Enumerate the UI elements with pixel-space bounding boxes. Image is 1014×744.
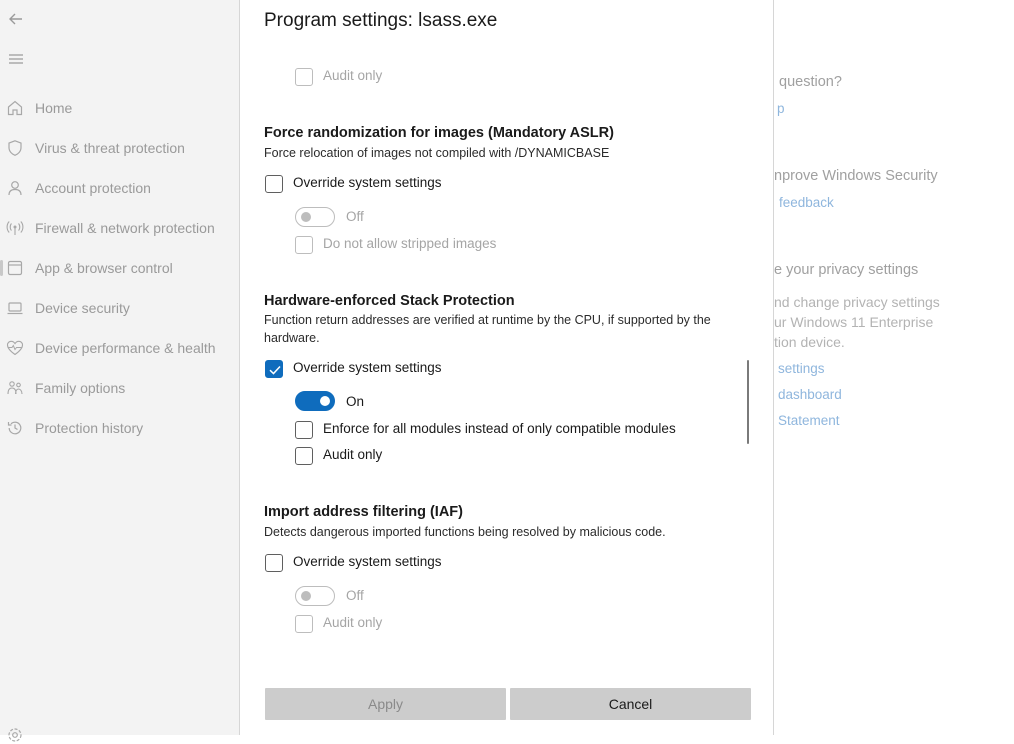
privacy-text-line-1: nd change privacy settings: [774, 294, 940, 310]
cancel-button[interactable]: Cancel: [510, 688, 751, 720]
apply-button[interactable]: Apply: [265, 688, 506, 720]
iaf-toggle[interactable]: [295, 586, 335, 606]
aslr-toggle-label: Off: [346, 209, 364, 224]
nav-item-firewall-network-protection[interactable]: Firewall & network protection: [0, 208, 239, 248]
nav-item-label: Device performance & health: [35, 340, 216, 356]
iaf-audit-only-label: Audit only: [323, 615, 383, 630]
person-icon: [8, 181, 22, 196]
laptop-icon: [7, 302, 23, 315]
iaf-toggle-label: Off: [346, 588, 364, 603]
stack-toggle[interactable]: [295, 391, 335, 411]
stack-toggle-label: On: [346, 394, 365, 409]
nav-item-label: Account protection: [35, 180, 151, 196]
family-icon: [7, 381, 23, 395]
aslr-section-description: Force relocation of images not compiled …: [264, 146, 610, 160]
aslr-section-title: Force randomization for images (Mandator…: [264, 125, 614, 141]
nav-item-label: Protection history: [35, 420, 144, 436]
privacy-statement-link[interactable]: Statement: [778, 413, 840, 428]
home-icon: [7, 100, 23, 116]
nav-item-label: Firewall & network protection: [35, 220, 215, 236]
navigation-pane: Home Virus & threat protection Account p…: [0, 0, 239, 742]
aslr-override-checkbox[interactable]: [265, 175, 283, 193]
history-icon: [7, 421, 22, 435]
stack-section-description: Function return addresses are verified a…: [264, 313, 711, 345]
toggle-knob: [320, 396, 330, 406]
checkmark-icon: [269, 365, 281, 375]
stack-override-checkbox[interactable]: [265, 360, 283, 378]
feedback-link[interactable]: feedback: [779, 195, 834, 210]
help-link[interactable]: p: [777, 101, 785, 116]
improve-heading: nprove Windows Security: [774, 168, 938, 184]
stripped-images-checkbox[interactable]: [295, 236, 313, 254]
aslr-toggle[interactable]: [295, 207, 335, 227]
stack-override-label: Override system settings: [293, 360, 442, 375]
nav-item-account-protection[interactable]: Account protection: [0, 168, 239, 208]
stack-audit-only-label: Audit only: [323, 447, 383, 462]
enforce-all-modules-checkbox[interactable]: [295, 421, 313, 439]
iaf-override-label: Override system settings: [293, 554, 442, 569]
privacy-dashboard-link[interactable]: dashboard: [778, 387, 842, 402]
app-window-icon: [7, 260, 23, 276]
dialog-title: Program settings: lsass.exe: [264, 10, 498, 31]
question-heading: question?: [779, 74, 842, 90]
nav-item-home[interactable]: Home: [0, 88, 239, 128]
nav-item-device-security[interactable]: Device security: [0, 288, 239, 328]
hamburger-menu-icon[interactable]: [6, 49, 26, 69]
nav-item-label: Home: [35, 100, 73, 116]
privacy-settings-link[interactable]: settings: [778, 361, 825, 376]
iaf-override-checkbox[interactable]: [265, 554, 283, 572]
top-audit-only-checkbox[interactable]: [295, 68, 313, 86]
privacy-text-line-2: ur Windows 11 Enterprise: [774, 314, 934, 330]
privacy-heading: e your privacy settings: [774, 262, 919, 278]
wireless-icon: [6, 221, 24, 235]
iaf-audit-only-checkbox[interactable]: [295, 615, 313, 633]
nav-item-protection-history[interactable]: Protection history: [0, 408, 239, 448]
shield-icon: [8, 140, 22, 156]
nav-item-app-browser-control[interactable]: App & browser control: [0, 248, 239, 288]
heart-pulse-icon: [6, 340, 24, 356]
toggle-knob: [301, 212, 311, 222]
stack-audit-only-checkbox[interactable]: [295, 447, 313, 465]
dialog-scrollbar[interactable]: [747, 360, 749, 444]
program-settings-dialog: Program settings: lsass.exe Audit only F…: [239, 0, 774, 735]
top-audit-only-label: Audit only: [323, 68, 383, 83]
nav-item-label: App & browser control: [35, 260, 173, 276]
settings-gear-icon[interactable]: [6, 726, 24, 744]
iaf-section-description: Detects dangerous imported functions bei…: [264, 525, 666, 539]
nav-item-label: Virus & threat protection: [35, 140, 185, 156]
enforce-all-modules-label: Enforce for all modules instead of only …: [323, 421, 676, 436]
stack-section-title: Hardware-enforced Stack Protection: [264, 293, 515, 309]
nav-item-device-performance-health[interactable]: Device performance & health: [0, 328, 239, 368]
iaf-section-title: Import address filtering (IAF): [264, 504, 463, 520]
aslr-override-label: Override system settings: [293, 175, 442, 190]
toggle-knob: [301, 591, 311, 601]
nav-item-label: Family options: [35, 380, 126, 396]
stripped-images-label: Do not allow stripped images: [323, 236, 497, 251]
nav-item-label: Device security: [35, 300, 130, 316]
background-side-panel: question? p nprove Windows Security feed…: [774, 0, 1014, 735]
privacy-text-line-3: tion device.: [774, 334, 845, 350]
back-arrow-icon[interactable]: [6, 9, 26, 29]
nav-item-virus-threat-protection[interactable]: Virus & threat protection: [0, 128, 239, 168]
nav-item-family-options[interactable]: Family options: [0, 368, 239, 408]
